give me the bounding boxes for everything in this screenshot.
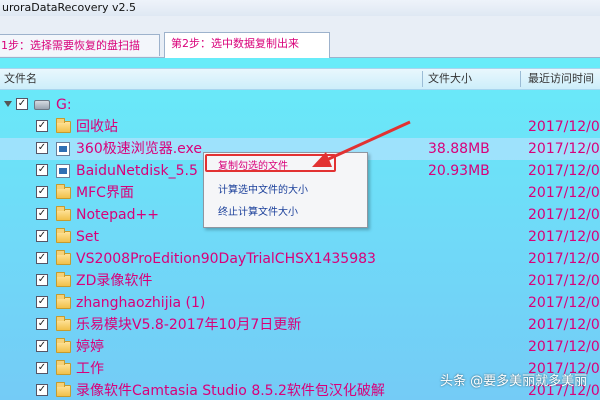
folder-icon (56, 206, 71, 221)
checkbox[interactable]: ✓ (36, 362, 48, 374)
checkbox[interactable]: ✓ (36, 340, 48, 352)
window-title: uroraDataRecovery v2.5 (0, 0, 600, 16)
item-name: ZD录像软件 (76, 273, 153, 289)
tree-row[interactable]: ✓ zhanghaozhijia (1) 2017/12/0 (0, 292, 600, 314)
tab-strip: 1步：选择需要恢复的盘扫描 第2步：选中数据复制出来 (0, 16, 600, 58)
folder-icon (56, 294, 71, 309)
item-date: 2017/12/0 (528, 251, 600, 267)
checkbox[interactable]: ✓ (36, 142, 48, 154)
file-icon (56, 164, 70, 178)
tab-step1-scan[interactable]: 1步：选择需要恢复的盘扫描 (0, 34, 160, 56)
drive-label: G: (56, 97, 72, 113)
checkbox[interactable]: ✓ (36, 384, 48, 396)
drive-icon (34, 100, 50, 110)
tree-row[interactable]: ✓ 婷婷 2017/12/0 (0, 336, 600, 358)
menu-item-calculate-size[interactable]: 计算选中文件的大小 (218, 182, 308, 200)
item-date: 2017/12/0 (528, 317, 600, 333)
item-name: BaiduNetdisk_5.5 (76, 163, 198, 179)
column-divider[interactable] (520, 71, 521, 87)
item-size: 20.93MB (428, 163, 490, 179)
item-name: 360极速浏览器.exe (76, 141, 203, 157)
expand-arrow-icon[interactable] (4, 101, 12, 107)
checkbox[interactable]: ✓ (16, 98, 28, 110)
tree-row[interactable]: ✓ 回收站 2017/12/0 (0, 116, 600, 138)
item-date: 2017/12/0 (528, 339, 600, 355)
column-divider[interactable] (422, 71, 423, 87)
checkbox[interactable]: ✓ (36, 208, 48, 220)
item-name: 工作 (76, 361, 104, 377)
item-name: VS2008ProEdition90DayTrialCHSX1435983 (76, 251, 376, 267)
tree-row[interactable]: ✓ VS2008ProEdition90DayTrialCHSX1435983 … (0, 248, 600, 270)
item-name: Notepad++ (76, 207, 159, 223)
folder-icon (56, 272, 71, 287)
folder-icon (56, 360, 71, 375)
checkbox[interactable]: ✓ (36, 230, 48, 242)
folder-icon (56, 184, 71, 199)
checkbox[interactable]: ✓ (36, 296, 48, 308)
tree-row[interactable]: ✓ ZD录像软件 2017/12/0 (0, 270, 600, 292)
item-date: 2017/12/0 (528, 229, 600, 245)
column-size-header[interactable]: 文件大小 (428, 69, 472, 89)
item-date: 2017/12/0 (528, 119, 600, 135)
tree-row[interactable]: ✓ 乐易模块V5.8-2017年10月7日更新 2017/12/0 (0, 314, 600, 336)
column-header: 文件名 文件大小 最近访问时间 (0, 68, 600, 90)
checkbox[interactable]: ✓ (36, 252, 48, 264)
checkbox[interactable]: ✓ (36, 120, 48, 132)
item-date: 2017/12/0 (528, 185, 600, 201)
checkbox[interactable]: ✓ (36, 164, 48, 176)
tab-step2-copy[interactable]: 第2步：选中数据复制出来 (164, 32, 330, 58)
item-name: 回收站 (76, 119, 118, 135)
checkbox[interactable]: ✓ (36, 274, 48, 286)
item-date: 2017/12/0 (528, 207, 600, 223)
folder-icon (56, 228, 71, 243)
menu-item-stop-calculation[interactable]: 终止计算文件大小 (218, 204, 298, 222)
highlight-box (205, 154, 336, 172)
folder-icon (56, 316, 71, 331)
watermark: 头条 @要多美丽就多美丽 (440, 374, 588, 389)
file-tree-panel: 文件名 文件大小 最近访问时间 ✓ G: ✓ 回收站 2017/12/0 ✓ 3… (0, 58, 600, 400)
item-name: MFC界面 (76, 185, 134, 201)
folder-icon (56, 382, 71, 397)
item-date: 2017/12/0 (528, 141, 600, 157)
folder-icon (56, 118, 71, 133)
file-icon (56, 142, 70, 156)
folder-icon (56, 250, 71, 265)
item-name: zhanghaozhijia (1) (76, 295, 206, 311)
item-date: 2017/12/0 (528, 295, 600, 311)
tree-row-drive[interactable]: ✓ G: (0, 94, 600, 116)
item-size: 38.88MB (428, 141, 490, 157)
tree-row[interactable]: ✓ Set 2017/12/0 (0, 226, 600, 248)
checkbox[interactable]: ✓ (36, 318, 48, 330)
column-name-header[interactable]: 文件名 (4, 69, 37, 89)
item-name: 录像软件Camtasia Studio 8.5.2软件包汉化破解 (76, 383, 385, 399)
item-name: Set (76, 229, 99, 245)
item-date: 2017/12/0 (528, 163, 600, 179)
folder-icon (56, 338, 71, 353)
column-date-header[interactable]: 最近访问时间 (528, 69, 594, 89)
item-name: 婷婷 (76, 339, 104, 355)
item-name: 乐易模块V5.8-2017年10月7日更新 (76, 317, 302, 333)
item-date: 2017/12/0 (528, 273, 600, 289)
checkbox[interactable]: ✓ (36, 186, 48, 198)
